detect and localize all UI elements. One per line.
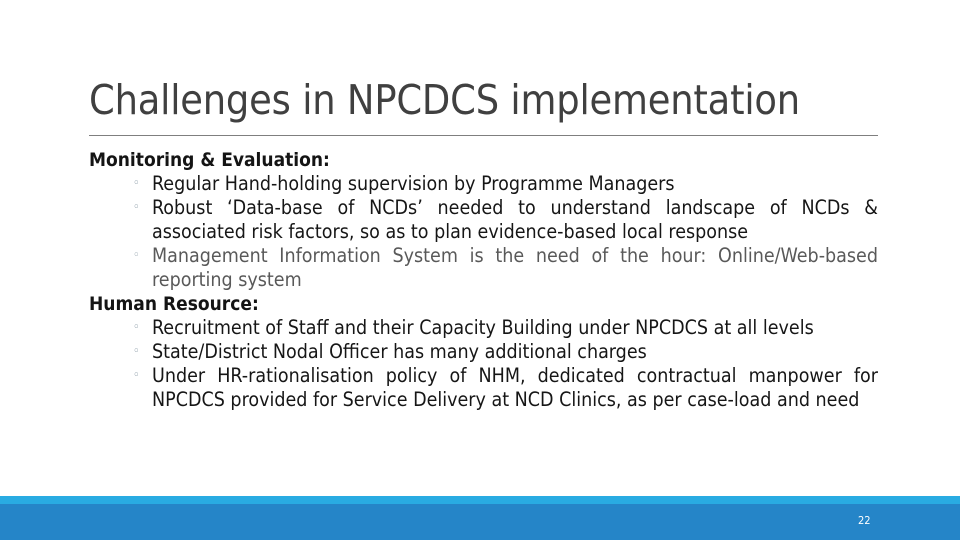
list-item-label: Robust ‘Data-base of NCDs’ needed to und…: [152, 196, 878, 243]
list-item-label: Management Information System is the nee…: [152, 244, 878, 291]
bullet-circle-icon: ◦: [133, 176, 140, 191]
bullet-circle-icon: ◦: [133, 368, 140, 383]
list-item-label: Regular Hand-holding supervision by Prog…: [152, 172, 675, 195]
footer-accent-strip: [0, 496, 960, 504]
list-item-label: Recruitment of Staff and their Capacity …: [152, 316, 814, 339]
list-item-label: Under HR-rationalisation policy of NHM, …: [152, 364, 878, 411]
slide-body: Monitoring & Evaluation: ◦ Regular Hand-ho…: [89, 148, 878, 412]
footer-bar: [0, 504, 960, 540]
title-divider: [89, 135, 878, 136]
list-item: ◦ State/District Nodal Officer has many a…: [89, 340, 878, 364]
list-item: ◦ Regular Hand-holding supervision by Pro…: [89, 172, 878, 196]
list-item: ◦ Recruitment of Staff and their Capacity…: [89, 316, 878, 340]
list-item: ◦ Under HR-rationalisation policy of NHM,…: [89, 364, 878, 412]
list-item: ◦ Management Information System is the ne…: [89, 244, 878, 292]
list-item-label: State/District Nodal Officer has many ad…: [152, 340, 647, 363]
section-heading: Human Resource:: [89, 293, 259, 315]
bullet-circle-icon: ◦: [133, 344, 140, 359]
list-item: ◦ Robust ‘Data-base of NCDs’ needed to un…: [89, 196, 878, 244]
section-heading: Monitoring & Evaluation:: [89, 149, 330, 171]
page-title: Challenges in NPCDCS implementation: [89, 76, 800, 124]
title-block: Challenges in NPCDCS implementation: [89, 76, 878, 124]
bullet-circle-icon: ◦: [133, 200, 140, 215]
bullet-circle-icon: ◦: [133, 248, 140, 263]
bullet-circle-icon: ◦: [133, 320, 140, 335]
page-number: 22: [858, 514, 871, 527]
bullet-list: ◦ Regular Hand-holding supervision by Pro…: [89, 172, 878, 292]
slide-canvas: Challenges in NPCDCS implementation Moni…: [0, 0, 960, 540]
bullet-list: ◦ Recruitment of Staff and their Capacity…: [89, 316, 878, 412]
